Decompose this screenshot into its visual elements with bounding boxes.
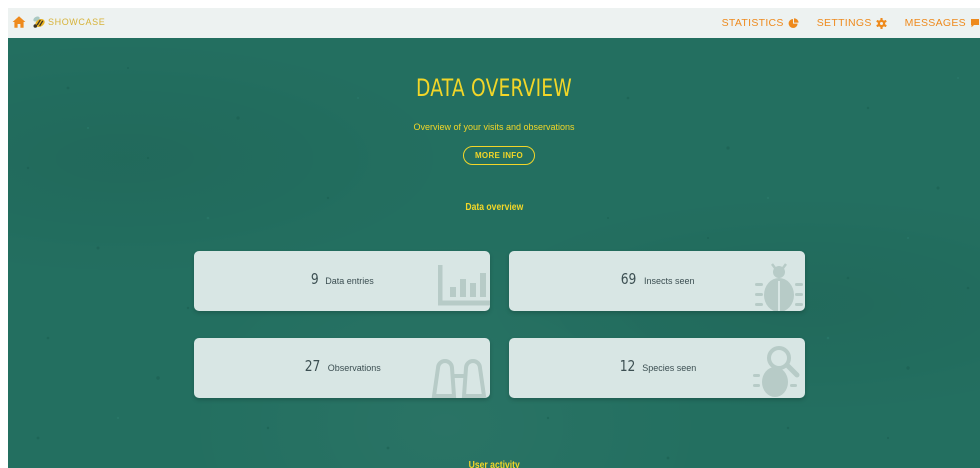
species-seen-card[interactable]: 12 Species seen	[509, 338, 805, 398]
texture-background	[26, 67, 970, 460]
data-entries-stat: 9 Data entries	[194, 270, 490, 289]
species-seen-label: Species seen	[642, 363, 697, 373]
data-entries-card[interactable]: 9 Data entries	[194, 251, 490, 311]
bee-logo-icon	[33, 16, 45, 28]
species-seen-stat: 12 Species seen	[509, 357, 805, 376]
main-nav: STATISTICS SETTINGS MESSAGES	[704, 8, 980, 38]
insects-seen-stat: 69 Insects seen	[509, 270, 805, 289]
user-activity-heading-text: User activity	[468, 459, 520, 468]
logo-text: SHOWCASE	[48, 17, 106, 27]
nav-messages-label: MESSAGES	[904, 17, 966, 29]
more-info-button[interactable]: MORE INFO	[463, 146, 535, 165]
chat-bubble-icon	[971, 19, 979, 28]
insects-seen-value: 69	[621, 270, 637, 288]
observations-stat: 27 Observations	[194, 357, 490, 376]
insects-seen-label: Insects seen	[644, 276, 695, 286]
nav-statistics[interactable]: STATISTICS	[722, 17, 799, 29]
hero-section: DATA OVERVIEW Overview of your visits an…	[8, 38, 980, 468]
nav-messages[interactable]: MESSAGES	[905, 17, 980, 29]
nav-settings[interactable]: SETTINGS	[817, 17, 887, 29]
data-overview-heading-text: Data overview	[465, 201, 523, 213]
data-entries-label: Data entries	[325, 276, 374, 286]
insects-seen-card[interactable]: 69 Insects seen	[509, 251, 805, 311]
gear-icon	[876, 17, 887, 29]
showcase-logo[interactable]: SHOWCASE	[31, 14, 105, 30]
nav-statistics-label: STATISTICS	[721, 17, 784, 29]
data-entries-value: 9	[311, 270, 319, 288]
home-icon[interactable]	[12, 15, 26, 29]
data-overview-heading: Data overview	[8, 201, 980, 213]
nav-settings-label: SETTINGS	[816, 17, 872, 29]
app-frame: SHOWCASE STATISTICS SETTINGS MESSAGES DA…	[8, 8, 980, 468]
observations-card[interactable]: 27 Observations	[194, 338, 490, 398]
observations-value: 27	[304, 357, 321, 375]
top-navbar: SHOWCASE STATISTICS SETTINGS MESSAGES	[8, 8, 980, 38]
species-seen-value: 12	[619, 357, 636, 375]
page-subtitle: Overview of your visits and observations	[413, 122, 575, 132]
page-title: DATA OVERVIEW	[416, 74, 572, 102]
user-activity-heading: User activity	[8, 459, 980, 468]
observations-label: Observations	[327, 363, 381, 373]
pie-chart-icon	[788, 17, 799, 28]
